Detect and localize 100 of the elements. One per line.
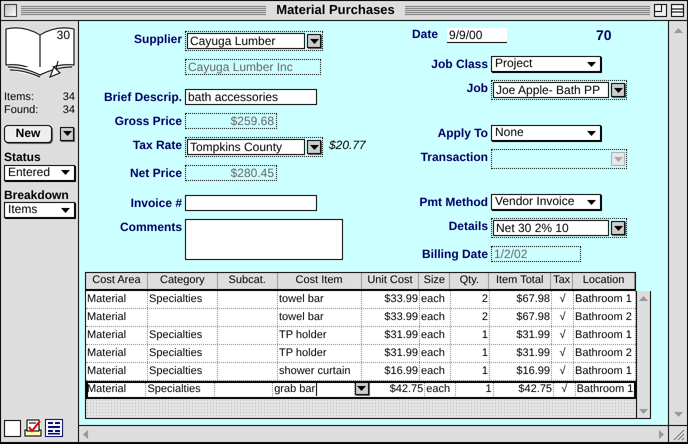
dropdown-button[interactable]	[611, 83, 625, 98]
calc-field: $259.68	[185, 113, 277, 129]
table-cell: Specialties	[148, 291, 218, 308]
menu-label: Status	[4, 150, 42, 165]
caret-icon	[61, 208, 70, 213]
text-cursor	[316, 383, 318, 396]
table-cell: √	[554, 381, 576, 398]
field-label: Brief Descrip.	[102, 89, 182, 105]
combo-field[interactable]: Tompkins County	[187, 139, 305, 155]
table-cell: 2	[451, 309, 490, 326]
cell-text[interactable]: grab bar	[274, 381, 316, 398]
field-label: Billing Date	[420, 246, 488, 262]
table-row[interactable]: Material towel bar $33.99 each 2 $67.98 √ Bathroom 2	[86, 309, 636, 327]
combo-field[interactable]: Cayuga Lumber	[187, 33, 305, 49]
table-row[interactable]: Material Specialties TP holder $31.99 each 1 $31.99 √ Bathroom 1	[86, 327, 636, 345]
column-header[interactable]: Category	[148, 273, 218, 289]
caret-icon	[587, 130, 596, 136]
table-cell: towel bar	[278, 291, 362, 308]
field-label: Job	[466, 80, 488, 96]
resize-grip-icon[interactable]	[672, 428, 684, 440]
new-button[interactable]: New	[4, 125, 52, 143]
column-header[interactable]: Qty.	[450, 273, 490, 289]
caret-icon	[61, 170, 70, 176]
text-field[interactable]	[185, 195, 317, 211]
table-row[interactable]: Material Specialties towel bar $33.99 each 2 $67.98 √ Bathroom 1	[86, 291, 636, 309]
table-cell: towel bar	[278, 309, 362, 326]
dropdown-button[interactable]	[307, 140, 321, 154]
dropdown-button[interactable]	[611, 221, 625, 236]
table-row[interactable]: Material Specialties TP holder $31.99 each 1 $31.99 √ Bathroom 2	[86, 345, 636, 363]
table-cell: 2	[451, 291, 490, 308]
table-cell: √	[552, 291, 574, 308]
comments-box[interactable]	[185, 219, 343, 260]
table-cell: shower curtain	[278, 363, 362, 380]
dropdown-button[interactable]	[307, 34, 321, 48]
table-cell: each	[420, 345, 451, 362]
table-cell: $42.75	[368, 381, 426, 398]
stat-label: Items:	[4, 91, 34, 104]
table-cell: $16.99	[490, 363, 552, 380]
table-cell: Material	[86, 309, 148, 326]
caret-icon	[62, 131, 72, 136]
table-cell: 1	[451, 345, 490, 362]
close-box[interactable]	[4, 4, 17, 17]
caret-icon	[587, 200, 596, 205]
popup-menu[interactable]: None	[491, 125, 601, 142]
table-cell: $16.99	[362, 363, 420, 380]
zoom-box[interactable]	[654, 4, 668, 17]
column-header[interactable]: Size	[419, 273, 450, 289]
table-cell: $31.99	[362, 327, 420, 344]
table-cell: Material	[86, 291, 148, 308]
table-cell: each	[420, 327, 451, 344]
table-cell: 1	[451, 327, 490, 344]
table-cell: $31.99	[362, 345, 420, 362]
stat-value: 34	[62, 104, 75, 117]
table-cell: $31.99	[490, 327, 552, 344]
table-row[interactable]: Material Specialties shower curtain $16.99 each 1 $16.99 √ Bathroom 1	[86, 363, 636, 381]
caret-icon	[587, 62, 596, 67]
calc-field: Cayuga Lumber Inc	[185, 59, 321, 75]
table-cell: each	[425, 381, 456, 398]
popup-menu[interactable]: Entered	[4, 164, 75, 181]
popup-menu[interactable]: Project	[491, 56, 601, 72]
table-cell: Specialties	[148, 327, 218, 344]
column-header[interactable]: Cost Area	[86, 273, 148, 289]
column-header[interactable]: Subcat.	[218, 273, 278, 289]
table-cell: TP holder	[278, 345, 362, 362]
caret-icon	[614, 156, 622, 162]
popup-menu[interactable]: Items	[4, 202, 75, 218]
field-label: Apply To	[436, 125, 488, 142]
table-cell: $67.98	[490, 291, 552, 308]
popup-menu[interactable]: Vendor Invoice	[491, 194, 601, 210]
column-header[interactable]: Unit Cost	[362, 273, 420, 289]
column-header[interactable]: Tax	[551, 273, 574, 289]
text-field[interactable]: bath accessories	[185, 89, 317, 105]
column-header[interactable]: Item Total	[489, 273, 552, 289]
column-header[interactable]: Cost Item	[278, 273, 362, 289]
tax-amount: $20.77	[329, 137, 366, 153]
table-cell: √	[552, 309, 574, 326]
square-icon[interactable]	[4, 420, 21, 437]
field-label: Gross Price	[114, 113, 182, 129]
combo-field[interactable]: Net 30 2% 10	[493, 220, 609, 236]
date-field[interactable]: 9/9/00	[447, 28, 508, 43]
form-layout-icon[interactable]	[45, 419, 63, 437]
stat-label: Found:	[4, 104, 38, 117]
book-icon[interactable]	[4, 25, 76, 81]
field-label: Pmt Method	[418, 194, 488, 210]
caret-icon	[614, 226, 622, 231]
table-cell: 1	[456, 381, 494, 398]
table-cell: Specialties	[148, 363, 218, 380]
checklist-icon[interactable]	[24, 419, 42, 437]
combo-field[interactable]: Joe Apple- Bath PP	[493, 82, 609, 98]
dropdown-button[interactable]	[60, 126, 74, 141]
collapse-box[interactable]	[671, 4, 684, 17]
dropdown-button[interactable]	[355, 381, 369, 395]
field-label: Date	[412, 28, 438, 42]
table-cell: each	[420, 291, 451, 308]
caret-icon	[310, 38, 318, 44]
window-title: Material Purchases	[275, 3, 396, 18]
field-label: Invoice #	[130, 195, 182, 211]
table-row[interactable]: Material Specialties grab bar $42.75 each 1 $42.75 √ Bathroom 1	[86, 381, 636, 399]
field-label: Supplier	[132, 31, 182, 47]
column-header[interactable]: Location	[573, 273, 635, 289]
